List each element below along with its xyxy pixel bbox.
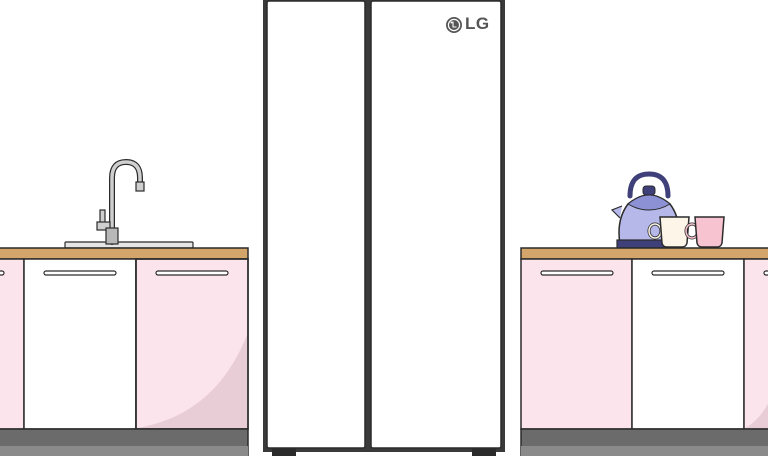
kitchen-illustration bbox=[0, 0, 768, 458]
cabinet-handle bbox=[155, 270, 229, 276]
fridge-foot bbox=[272, 448, 296, 456]
refrigerator bbox=[263, 0, 505, 456]
left-counter bbox=[0, 158, 249, 458]
sink-basin bbox=[64, 241, 194, 249]
brand-logo-text: LG bbox=[465, 14, 490, 33]
cabinet-door bbox=[0, 258, 25, 430]
cabinet-door bbox=[23, 258, 137, 430]
cabinet-handle bbox=[43, 270, 117, 276]
countertop-left bbox=[0, 247, 249, 260]
countertop-right bbox=[520, 247, 768, 260]
fridge-door-right bbox=[370, 0, 502, 449]
cabinet-door bbox=[631, 258, 745, 430]
fridge-door-left bbox=[266, 0, 366, 449]
cabinet-handle bbox=[763, 270, 768, 276]
cabinet-door bbox=[520, 258, 633, 430]
fridge-foot bbox=[472, 448, 496, 456]
lg-logo-icon bbox=[446, 17, 462, 33]
cabinet-handle bbox=[540, 270, 614, 276]
cabinet-handle bbox=[0, 270, 5, 276]
cabinet-handle bbox=[651, 270, 725, 276]
mug-icon bbox=[684, 216, 725, 248]
kitchen-scene: LG bbox=[0, 0, 768, 458]
right-counter bbox=[520, 171, 768, 458]
faucet-icon bbox=[96, 158, 145, 245]
cabinet-door bbox=[743, 258, 768, 430]
